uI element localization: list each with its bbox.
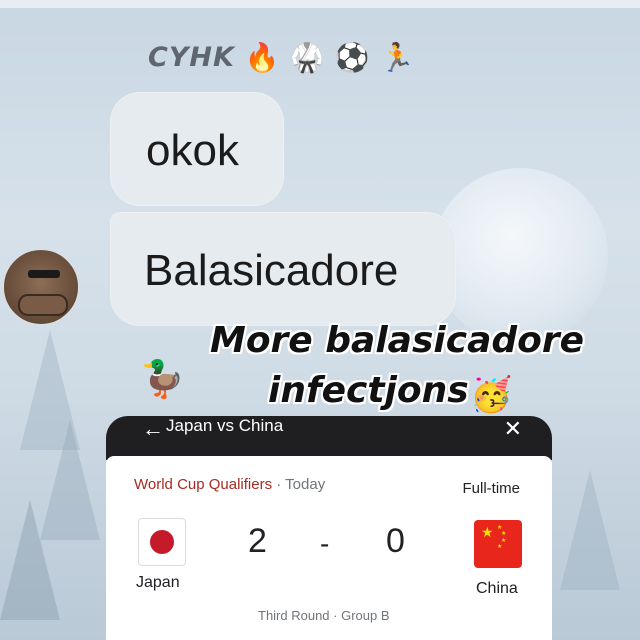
caption-line-1: More balasicadore — [210, 320, 585, 361]
message-text: okok — [146, 126, 239, 175]
message-text: Balasicadore — [144, 246, 399, 295]
japan-flag-icon[interactable] — [138, 518, 186, 566]
message-bubble[interactable]: okok — [110, 92, 284, 206]
message-bubble[interactable]: Balasicadore — [110, 212, 456, 326]
crossed-arms — [18, 294, 68, 316]
star-icon: ★ — [501, 531, 507, 537]
party-face-icon: 🥳 — [470, 376, 513, 414]
match-status: Full-time — [462, 480, 520, 497]
soccer-ball-icon: ⚽ — [334, 41, 370, 73]
moon-decoration — [432, 168, 608, 344]
tree-decoration — [560, 470, 620, 590]
japan-sun — [150, 530, 174, 554]
sender-header: CYHK 🔥 🥋 ⚽ 🏃 — [148, 42, 414, 73]
competition-name[interactable]: World Cup Qualifiers — [134, 476, 272, 493]
away-team-name[interactable]: China — [476, 580, 518, 598]
caption-line-2: infectjons — [268, 370, 469, 411]
star-icon: ★ — [481, 524, 494, 540]
home-score: 2 — [248, 522, 267, 560]
match-title: Japan vs China — [166, 416, 284, 435]
duck-icon: 🦆 — [140, 358, 185, 399]
martial-arts-icon: 🥋 — [289, 41, 325, 73]
china-flag-icon[interactable]: ★ ★ ★ ★ ★ — [474, 520, 522, 568]
away-score: 0 — [386, 522, 405, 560]
sunglasses-icon — [28, 270, 60, 278]
sender-name: CYHK — [148, 42, 235, 73]
close-icon[interactable]: ✕ — [504, 416, 522, 442]
competition-label[interactable]: World Cup Qualifiers · Today — [134, 476, 325, 493]
match-card-header: ← Japan vs China ✕ — [106, 416, 552, 460]
score-separator: - — [320, 528, 330, 559]
fire-icon: 🔥 — [244, 41, 280, 73]
home-team-name[interactable]: Japan — [136, 574, 180, 592]
match-date: · Today — [276, 476, 326, 493]
avatar[interactable] — [2, 248, 80, 326]
back-arrow-icon[interactable]: ← — [142, 416, 164, 442]
match-card[interactable]: World Cup Qualifiers · Today Full-time 2… — [106, 456, 552, 640]
star-icon: ★ — [497, 544, 503, 550]
tree-decoration — [0, 500, 60, 620]
top-edge — [0, 0, 640, 8]
runner-icon: 🏃 — [379, 41, 415, 73]
round-label: Third Round · Group B — [258, 608, 390, 623]
